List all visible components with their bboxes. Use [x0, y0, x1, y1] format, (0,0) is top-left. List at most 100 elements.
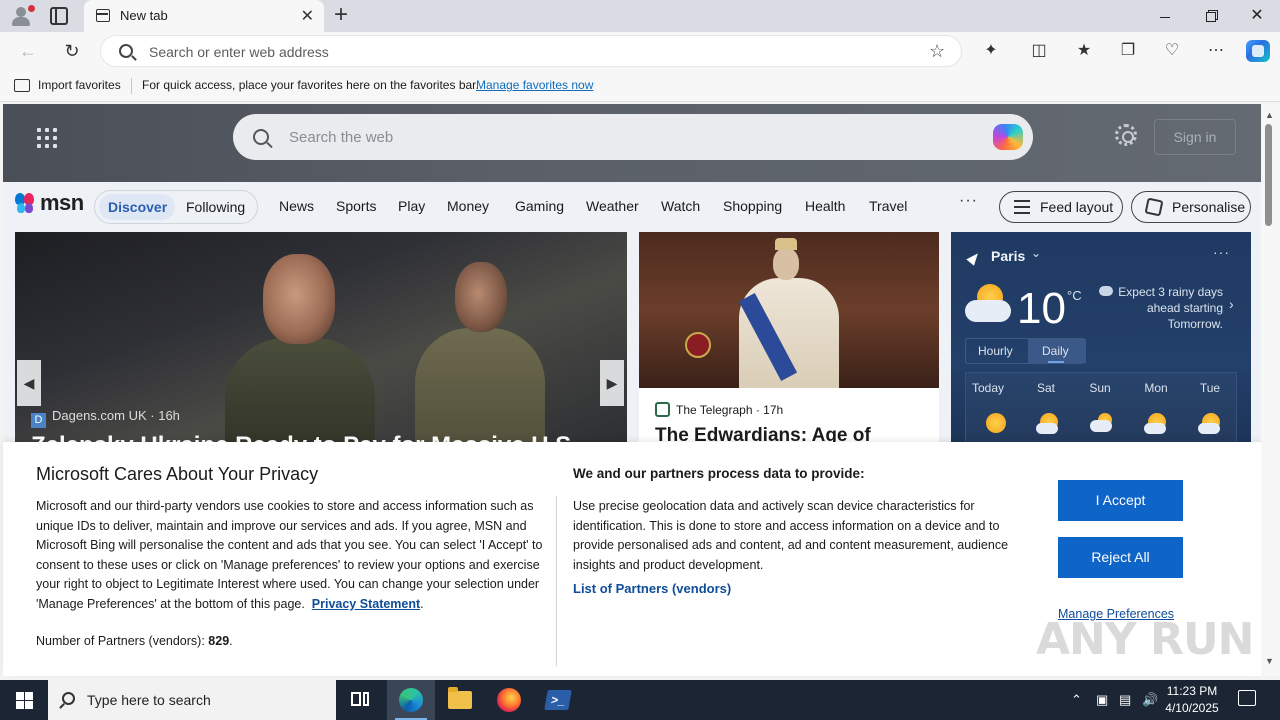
chevron-up-icon[interactable]: ⌃: [1071, 680, 1082, 720]
import-favorites-button[interactable]: Import favorites: [38, 78, 121, 92]
tab-close-icon[interactable]: ✕: [301, 6, 314, 26]
new-tab-page-icon: [96, 9, 110, 22]
weather-city[interactable]: Paris: [991, 248, 1025, 264]
second-story-card[interactable]: The Telegraph · 17h The Edwardians: Age …: [639, 232, 939, 452]
tab-following[interactable]: Following: [186, 199, 245, 215]
powershell-icon[interactable]: >_: [534, 680, 582, 720]
forecast-day[interactable]: Today: [968, 381, 1008, 395]
taskbar-clock[interactable]: 11:23 PM 4/10/2025: [1162, 683, 1222, 717]
personalise-button[interactable]: Personalise: [1131, 191, 1251, 223]
anyrun-watermark: ANY RUN: [1036, 614, 1254, 665]
more-nav-button[interactable]: ···: [959, 192, 978, 210]
forecast-day[interactable]: Mon: [1136, 381, 1176, 395]
back-button[interactable]: ←: [14, 38, 42, 64]
source-logo-icon: D: [31, 413, 46, 428]
weather-card[interactable]: Paris ⌄ ··· 10 °C Expect 3 rainy days ah…: [951, 232, 1251, 452]
feed-layout-button[interactable]: Feed layout: [999, 191, 1123, 223]
profile-icon[interactable]: [8, 4, 35, 28]
story-age: 17h: [763, 403, 784, 417]
file-explorer-icon[interactable]: [436, 680, 484, 720]
start-button[interactable]: [0, 680, 48, 720]
toggle-hourly[interactable]: Hourly: [978, 344, 1013, 358]
favorite-star-icon[interactable]: ☆: [929, 41, 945, 62]
nav-link-shopping[interactable]: Shopping: [723, 198, 782, 214]
app-launcher-icon[interactable]: [37, 128, 57, 148]
extensions-icon[interactable]: ✦: [980, 40, 1002, 62]
location-arrow-icon: [966, 250, 982, 266]
nav-link-sports[interactable]: Sports: [336, 198, 376, 214]
window-restore-button[interactable]: [1188, 0, 1234, 32]
carousel-prev-button[interactable]: ◀: [17, 360, 41, 406]
chevron-right-icon[interactable]: ›: [1229, 296, 1234, 312]
edge-taskbar-icon[interactable]: [387, 680, 435, 720]
partly-cloudy-icon: [965, 282, 1013, 326]
nav-link-health[interactable]: Health: [805, 198, 845, 214]
forecast-days: Today Sat Sun Mon Tue: [965, 372, 1237, 452]
web-search-box[interactable]: [233, 114, 1033, 160]
forecast-day[interactable]: Sat: [1026, 381, 1066, 395]
favorites-icon[interactable]: ★: [1073, 40, 1095, 62]
nav-link-news[interactable]: News: [279, 198, 314, 214]
copilot-icon[interactable]: [993, 124, 1023, 150]
forecast-day[interactable]: Tue: [1190, 381, 1230, 395]
story-source: D Dagens.com UK · 16h: [31, 408, 180, 428]
privacy-statement-link[interactable]: Privacy Statement: [312, 597, 420, 611]
msn-logo-text: msn: [40, 190, 84, 215]
tab-discover[interactable]: Discover: [108, 199, 167, 215]
collections-icon[interactable]: ❐: [1117, 40, 1139, 62]
scroll-up-arrow-icon[interactable]: ▲: [1265, 110, 1274, 120]
nav-link-play[interactable]: Play: [398, 198, 425, 214]
nav-link-watch[interactable]: Watch: [661, 198, 700, 214]
nav-link-weather[interactable]: Weather: [586, 198, 639, 214]
window-minimize-button[interactable]: [1142, 0, 1188, 32]
msn-nav: msn Discover Following News Sports Play …: [3, 182, 1261, 230]
address-input[interactable]: [149, 42, 909, 62]
forecast-day[interactable]: Sun: [1080, 381, 1120, 395]
toggle-daily[interactable]: Daily: [1042, 344, 1069, 358]
vendors-list-link[interactable]: List of Partners (vendors): [573, 581, 731, 596]
web-search-input[interactable]: [289, 127, 929, 147]
partners-label: Number of Partners (vendors):: [36, 634, 205, 648]
firefox-icon[interactable]: [485, 680, 533, 720]
page-scrollbar[interactable]: ▲ ▼: [1261, 104, 1280, 676]
favorites-bar: Import favorites For quick access, place…: [0, 70, 1280, 102]
window-close-button[interactable]: ✕: [1234, 0, 1280, 32]
manage-favorites-link[interactable]: Manage favorites now: [476, 78, 593, 92]
scroll-down-arrow-icon[interactable]: ▼: [1265, 656, 1274, 666]
tab-actions-icon[interactable]: [50, 7, 68, 25]
source-name: Dagens.com UK: [52, 408, 147, 423]
nav-link-money[interactable]: Money: [447, 198, 489, 214]
copilot-icon[interactable]: [1246, 40, 1270, 62]
weather-menu-button[interactable]: ···: [1213, 244, 1230, 260]
split-screen-icon[interactable]: ◫: [1028, 40, 1050, 62]
main-story-card[interactable]: ◀ ▶ DDagens.com UK · 16h Zelensky Ukrain…: [15, 232, 627, 452]
sliders-icon: [1014, 200, 1030, 214]
partly-cloudy-icon: [1036, 413, 1060, 435]
accept-button[interactable]: I Accept: [1058, 480, 1183, 521]
address-bar[interactable]: ☆: [100, 35, 962, 67]
device-icon[interactable]: ▣: [1096, 680, 1108, 720]
chevron-down-icon[interactable]: ⌄: [1031, 246, 1041, 260]
carousel-next-button[interactable]: ▶: [600, 360, 624, 406]
network-icon[interactable]: ▤: [1119, 680, 1131, 720]
settings-more-icon[interactable]: ⋯: [1205, 40, 1227, 62]
notifications-icon[interactable]: [1238, 690, 1256, 706]
tab-new-tab[interactable]: New tab ✕: [84, 0, 324, 32]
weather-description[interactable]: Expect 3 rainy days ahead starting Tomor…: [1101, 284, 1223, 332]
settings-gear-icon[interactable]: [1115, 124, 1137, 146]
taskbar-search-box[interactable]: Type here to search: [48, 680, 336, 720]
nav-link-gaming[interactable]: Gaming: [515, 198, 564, 214]
reload-button[interactable]: ↻: [58, 38, 86, 64]
nav-link-travel[interactable]: Travel: [869, 198, 907, 214]
task-view-icon[interactable]: [336, 680, 384, 720]
personalise-label: Personalise: [1172, 199, 1246, 215]
new-tab-button[interactable]: +: [330, 3, 352, 27]
reject-all-button[interactable]: Reject All: [1058, 537, 1183, 578]
privacy-body: Microsoft and our third-party vendors us…: [36, 499, 543, 611]
scrollbar-thumb[interactable]: [1265, 124, 1272, 226]
volume-icon[interactable]: 🔊: [1142, 680, 1158, 720]
telegraph-logo-icon: [655, 402, 670, 417]
feed-tab-switch: Discover Following: [94, 190, 258, 224]
browser-essentials-icon[interactable]: ♡: [1161, 40, 1183, 62]
sign-in-button[interactable]: Sign in: [1154, 119, 1236, 155]
